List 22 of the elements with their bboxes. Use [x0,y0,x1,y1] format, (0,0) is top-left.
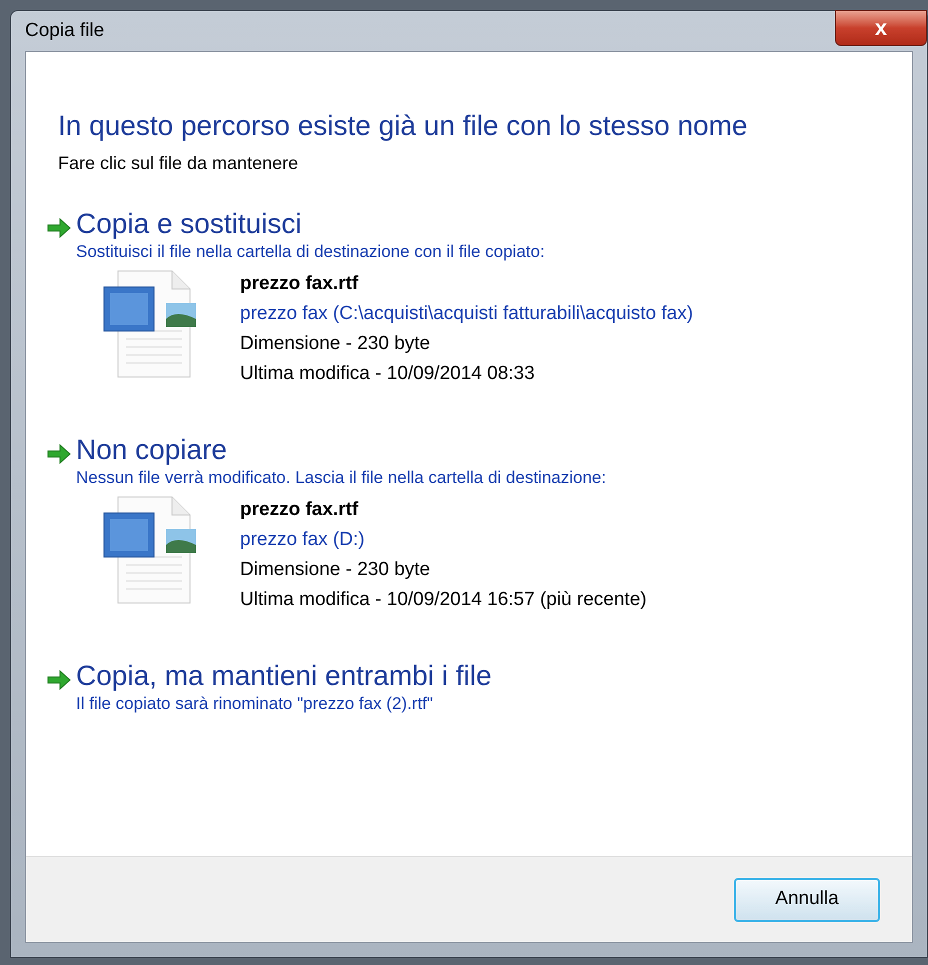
arrow-icon [46,443,72,465]
file-location: prezzo fax (C:\acquisti\acquisti fatturabili\acquisto fax) [240,302,694,326]
file-size: Dimensione - 230 byte [240,558,432,582]
close-button[interactable]: x [835,10,927,46]
file-location: prezzo fax (D:) [240,528,366,552]
arrow-icon [46,669,72,691]
file-name: prezzo fax.rtf [240,272,360,296]
option-title[interactable]: Copia, ma mantieni entrambi i file [76,659,492,693]
dialog-heading: In questo percorso esiste già un file con lo stesso nome [58,110,748,142]
option-title[interactable]: Copia e sostituisci [76,207,545,241]
window-title: Copia file [25,18,104,43]
file-name: prezzo fax.rtf [240,498,360,522]
option-description: Sostituisci il file nella cartella di destinazione con il file copiato: [76,241,545,263]
arrow-icon [46,217,72,239]
option-description: Nessun file verrà modificato. Lascia il file nella cartella di destinazione: [76,467,606,489]
file-modified: Ultima modifica - 10/09/2014 16:57 (più recente) [240,588,647,612]
file-size: Dimensione - 230 byte [240,332,432,356]
option-title[interactable]: Non copiare [76,433,606,467]
cancel-button[interactable]: Annulla [734,878,880,922]
instruction-text: Fare clic sul file da mantenere [58,152,300,175]
option-description: Il file copiato sarà rinominato "prezzo fax (2).rtf" [76,693,434,715]
file-modified: Ultima modifica - 10/09/2014 08:33 [240,362,536,386]
